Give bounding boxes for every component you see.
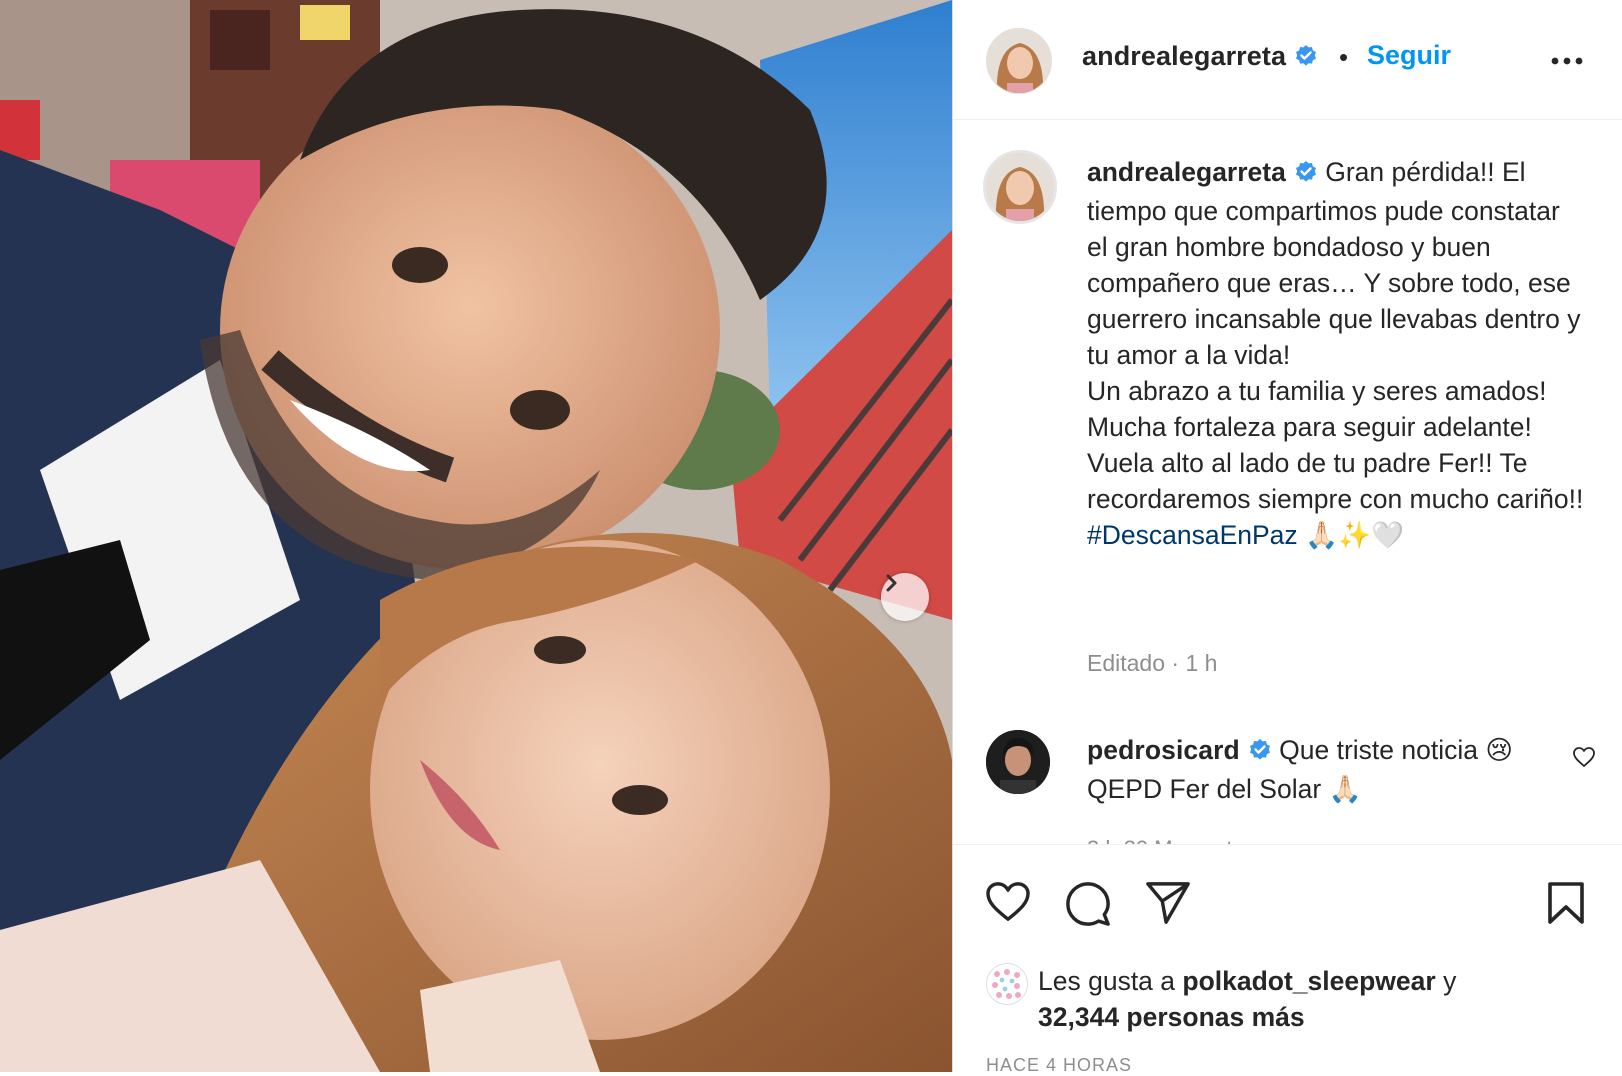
- selfie-photo-illustration: [0, 0, 952, 1072]
- chevron-right-icon: [886, 574, 897, 592]
- comment-item: pedrosicard Que triste noticia 😢 QEPD Fe…: [1087, 732, 1527, 807]
- commenter-avatar[interactable]: [986, 730, 1050, 794]
- caption-username[interactable]: andrealegarreta: [1087, 157, 1286, 187]
- save-button[interactable]: [1547, 881, 1585, 930]
- post-timestamp: HACE 4 HORAS: [986, 1055, 1133, 1075]
- author-avatar[interactable]: [986, 28, 1052, 94]
- share-button[interactable]: [1145, 881, 1191, 930]
- follow-button[interactable]: Seguir: [1367, 40, 1451, 71]
- likes-mid: y: [1435, 966, 1457, 996]
- verified-badge-icon: [1294, 44, 1318, 73]
- liker-username[interactable]: polkadot_sleepwear: [1182, 966, 1435, 996]
- like-button[interactable]: [985, 881, 1031, 928]
- author-username[interactable]: andrealegarreta: [1082, 41, 1286, 71]
- post-edited-time: Editado · 1 h: [1087, 650, 1218, 676]
- paper-plane-icon: [1146, 882, 1190, 924]
- heart-icon: [1573, 747, 1595, 767]
- comment-bubble-icon: [1066, 882, 1110, 926]
- like-comment-button[interactable]: [1572, 746, 1596, 773]
- post-actions: Les gusta a polkadot_sleepwear y 32,344 p…: [953, 844, 1622, 1075]
- liker-avatar[interactable]: [986, 963, 1028, 1005]
- more-options-button[interactable]: [1549, 46, 1585, 81]
- more-horizontal-icon: [1551, 57, 1583, 65]
- likes-prefix: Les gusta a: [1038, 966, 1183, 996]
- likes-count[interactable]: 32,344 personas más: [1038, 1002, 1305, 1032]
- verified-badge-icon: [1294, 157, 1318, 193]
- heart-icon: [986, 882, 1030, 921]
- post-header: andrealegarreta • Seguir: [953, 0, 1622, 120]
- post-caption: andrealegarreta Gran pérdida!! El tiempo…: [1087, 154, 1587, 553]
- header-separator: •: [1339, 42, 1349, 72]
- verified-badge-icon: [1248, 735, 1272, 771]
- caption-emoji: 🙏🏻✨🤍: [1297, 520, 1405, 550]
- hashtag-link[interactable]: #DescansaEnPaz: [1087, 520, 1298, 550]
- caption-author-avatar[interactable]: [983, 150, 1057, 224]
- post-photo[interactable]: [0, 0, 952, 1072]
- next-photo-button[interactable]: [881, 573, 929, 621]
- comment-meta: 3 h 30 Me gusta: [1087, 836, 1245, 844]
- post-side-panel: andrealegarreta • Seguir andrealegarreta…: [952, 0, 1622, 1075]
- comment-button[interactable]: [1065, 881, 1111, 932]
- bookmark-icon: [1548, 882, 1584, 924]
- caption-text: Gran pérdida!! El tiempo que compartimos…: [1087, 157, 1584, 514]
- likes-summary: Les gusta a polkadot_sleepwear y 32,344 p…: [1038, 963, 1578, 1035]
- comments-area[interactable]: andrealegarreta Gran pérdida!! El tiempo…: [953, 120, 1622, 844]
- commenter-username[interactable]: pedrosicard: [1087, 735, 1240, 765]
